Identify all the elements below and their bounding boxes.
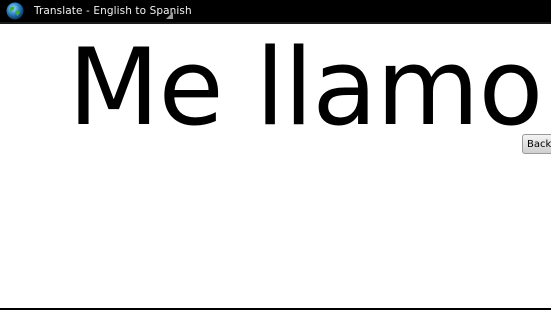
title-menu-indicator-icon xyxy=(166,12,173,19)
title-bar: Translate - English to Spanish xyxy=(0,0,551,22)
translation-text: Me llamo xyxy=(68,26,543,149)
globe-icon xyxy=(5,1,25,21)
back-button[interactable]: Back xyxy=(522,134,551,154)
translation-view: Me llamo Back xyxy=(0,24,551,308)
